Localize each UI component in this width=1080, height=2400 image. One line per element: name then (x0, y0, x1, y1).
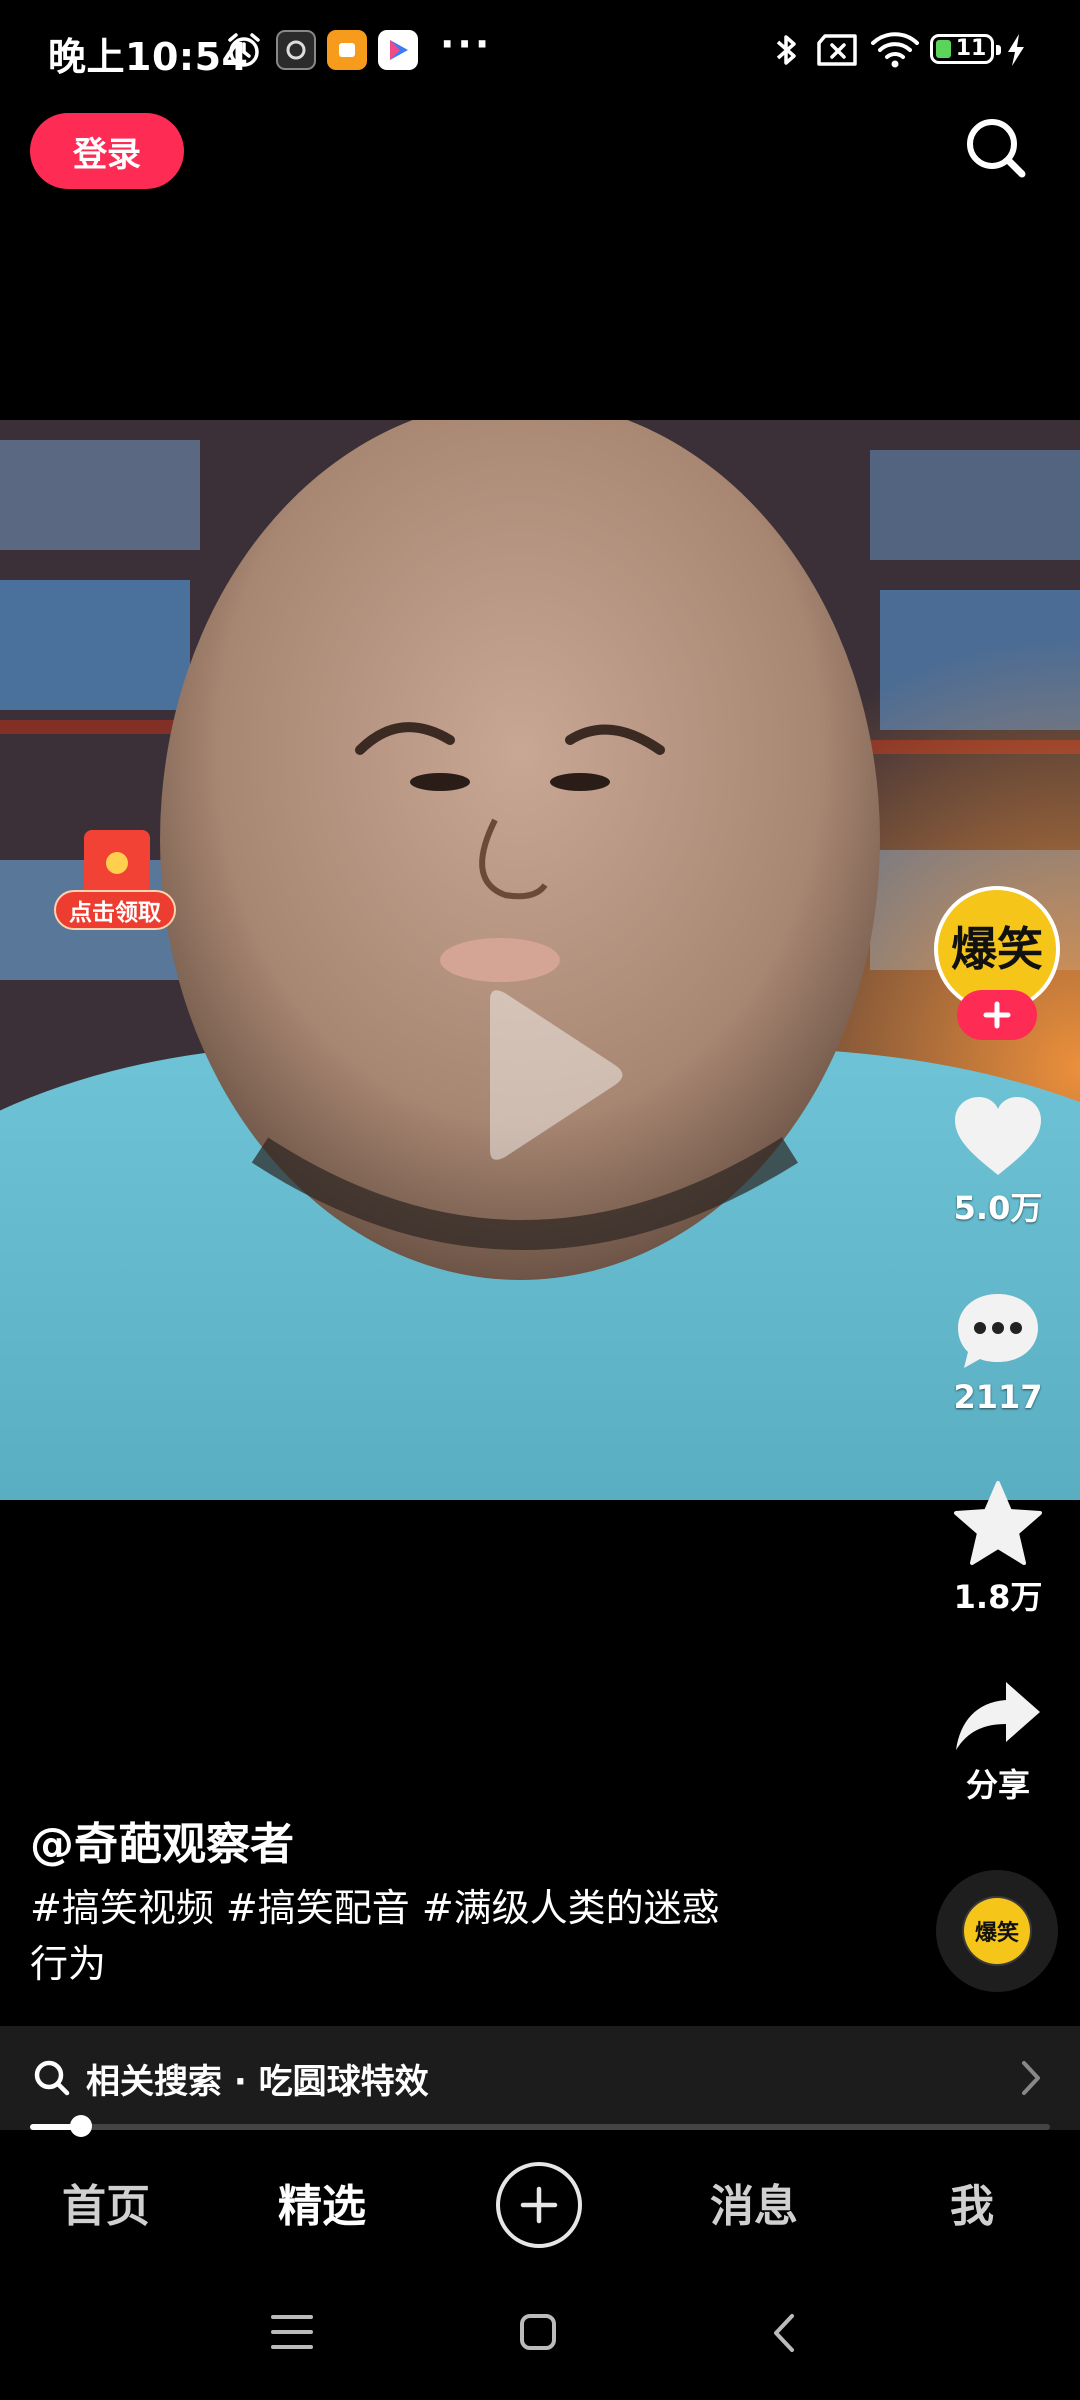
battery-icon: 11 (930, 34, 1001, 64)
more-notifications: ··· (440, 22, 493, 66)
nav-messages[interactable]: 消息 (710, 2170, 798, 2234)
star-icon (954, 1481, 1042, 1565)
nav-featured[interactable]: 精选 (278, 2170, 366, 2234)
red-packet-label: 点击领取 (54, 890, 176, 930)
nav-home[interactable]: 首页 (62, 2170, 150, 2234)
bluetooth-icon (766, 30, 806, 70)
app-icon-dark (276, 30, 316, 70)
wifi-icon (870, 30, 920, 70)
system-nav-bar (0, 2268, 1080, 2400)
alarm-icon (224, 30, 264, 70)
share-button[interactable]: 分享 (928, 1678, 1068, 1806)
red-packet-button[interactable]: 点击领取 (54, 830, 176, 940)
chevron-right-icon (1022, 2061, 1040, 2095)
video-description: #搞笑视频 #搞笑配音 #满级人类的迷惑 行为 (30, 1880, 790, 1992)
heart-icon (955, 1097, 1041, 1175)
favorite-count: 1.8万 (953, 1578, 1043, 1616)
favorite-button[interactable]: 1.8万 (928, 1480, 1068, 1618)
charging-icon (1002, 30, 1030, 70)
music-disc[interactable]: 爆笑 (936, 1870, 1058, 1992)
description-line-2: 行为 (30, 1942, 107, 1986)
comment-count: 2117 (953, 1378, 1043, 1416)
search-icon[interactable] (960, 112, 1032, 184)
home-icon[interactable] (518, 2312, 558, 2352)
back-icon[interactable] (770, 2312, 798, 2354)
search-small-icon (34, 2060, 70, 2096)
status-bar: 晚上10:54 ··· 11 (0, 0, 1080, 100)
app-icon-orange (327, 30, 367, 70)
related-search-label: 相关搜索 · 吃圆球特效 (86, 2061, 429, 2102)
follow-button[interactable] (957, 990, 1037, 1040)
avatar-text: 爆笑 (951, 922, 1043, 976)
bottom-nav: 首页 精选 消息 我 (0, 2140, 1080, 2268)
play-icon[interactable] (470, 985, 630, 1165)
plus-icon (520, 2186, 558, 2224)
like-count: 5.0万 (953, 1189, 1043, 1227)
create-button[interactable] (496, 2162, 582, 2248)
related-search-bar[interactable]: 相关搜索 · 吃圆球特效 (0, 2026, 1080, 2130)
comment-button[interactable]: 2117 (928, 1290, 1068, 1416)
login-button[interactable]: 登录 (30, 113, 184, 189)
video-frame (0, 420, 1080, 1500)
video-player[interactable]: 点击领取 (0, 420, 1080, 1500)
sim-off-icon (814, 30, 860, 70)
share-icon (956, 1682, 1040, 1750)
menu-icon[interactable] (270, 2312, 314, 2352)
plus-icon (983, 1001, 1011, 1029)
like-button[interactable]: 5.0万 (928, 1095, 1068, 1229)
share-label: 分享 (965, 1766, 1030, 1804)
music-disc-cover: 爆笑 (964, 1898, 1030, 1964)
progress-knob[interactable] (70, 2115, 92, 2137)
video-progress-bar[interactable] (30, 2115, 1050, 2137)
comment-icon (958, 1294, 1038, 1368)
description-line-1[interactable]: #搞笑视频 #搞笑配音 #满级人类的迷惑 (30, 1880, 790, 1936)
status-time: 晚上10:54 (48, 35, 249, 79)
nav-me[interactable]: 我 (950, 2170, 994, 2234)
battery-level: 11 (955, 36, 987, 61)
app-icon-play (378, 30, 418, 70)
author-name[interactable]: @奇葩观察者 (30, 1808, 294, 1872)
